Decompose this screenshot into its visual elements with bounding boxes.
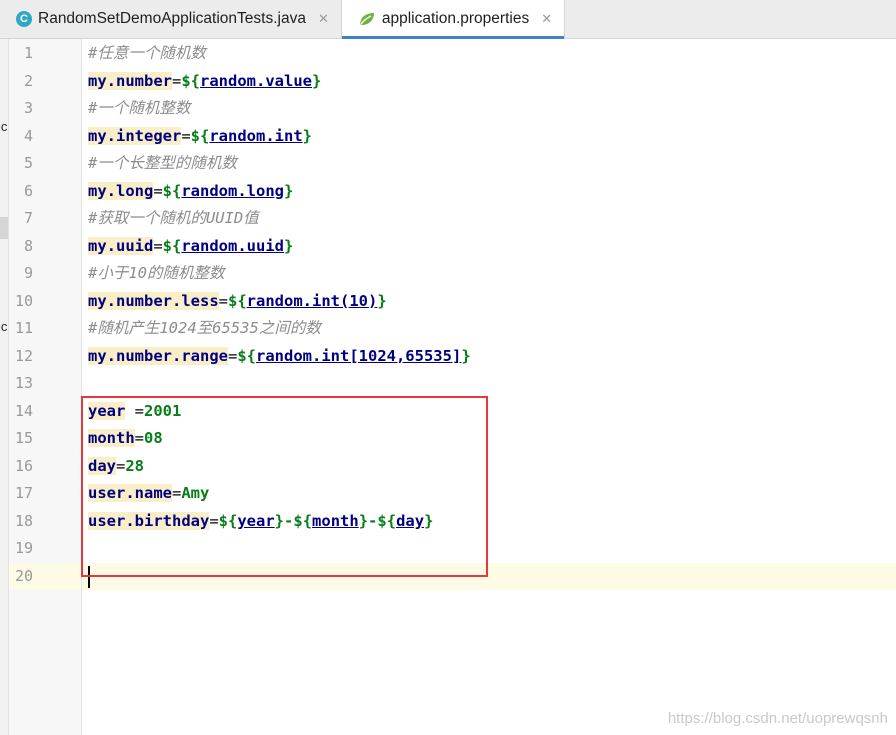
code-line[interactable]: #获取一个随机的UUID值 [88, 205, 259, 233]
placeholder-reference: random.int(10) [246, 291, 378, 310]
placeholder-brace: ${ [162, 236, 182, 255]
code-line[interactable]: my.uuid=${random.uuid} [88, 233, 293, 261]
editor-tab-bar: C RandomSetDemoApplicationTests.java ✕ a… [0, 0, 896, 39]
code-line[interactable]: #小于10的随机整数 [88, 260, 225, 288]
placeholder-reference: random.value [200, 71, 312, 90]
placeholder-brace: ${ [190, 126, 210, 145]
code-line[interactable]: #一个长整型的随机数 [88, 150, 237, 178]
code-line[interactable]: my.number.less=${random.int(10)} [88, 288, 387, 316]
equals-sign: = [172, 71, 182, 90]
comment-text: #一个长整型的随机数 [88, 154, 237, 172]
equals-sign: = [227, 346, 238, 365]
comment-text: #获取一个随机的UUID值 [88, 209, 259, 227]
tab-java-test[interactable]: C RandomSetDemoApplicationTests.java ✕ [0, 0, 342, 38]
placeholder-brace: } [377, 291, 387, 310]
placeholder-brace: } [284, 236, 294, 255]
code-line[interactable]: #随机产生1024至65535之间的数 [88, 315, 321, 343]
line-number: 10 [14, 291, 33, 310]
comment-text: #任意一个随机数 [88, 44, 206, 62]
line-number: 5 [23, 154, 33, 172]
tab-label: RandomSetDemoApplicationTests.java [38, 10, 306, 27]
placeholder-brace: } [461, 346, 471, 365]
line-number: 4 [23, 126, 33, 145]
line-number: 1 [23, 44, 33, 62]
code-line[interactable]: my.integer=${random.int} [88, 123, 312, 151]
strip-text: ic [0, 119, 8, 134]
line-number: 13 [14, 374, 33, 392]
spring-leaf-icon [359, 13, 374, 25]
tab-application-properties[interactable]: application.properties ✕ [341, 0, 566, 39]
property-key: my.integer [88, 126, 182, 145]
line-number: 3 [23, 99, 33, 117]
watermark: https://blog.csdn.net/uoprewqsnh [667, 710, 888, 727]
placeholder-reference: random.long [181, 181, 284, 200]
equals-sign: = [153, 181, 163, 200]
line-number: 19 [14, 539, 33, 557]
property-key: my.long [88, 181, 154, 200]
line-number: 7 [23, 209, 33, 227]
code-line[interactable]: my.long=${random.long} [88, 178, 293, 206]
line-number: 18 [14, 511, 33, 530]
comment-text: #小于10的随机整数 [88, 264, 225, 282]
line-number: 6 [23, 181, 33, 200]
equals-sign: = [218, 291, 228, 310]
close-icon[interactable]: ✕ [541, 11, 552, 27]
placeholder-brace: } [312, 71, 322, 90]
line-number: 20 [14, 566, 33, 585]
line-number: 9 [23, 264, 33, 282]
annotation-highlight-box [81, 396, 488, 577]
placeholder-brace: } [284, 181, 294, 200]
placeholder-brace: } [302, 126, 313, 145]
code-line[interactable]: my.number.range=${random.int[1024,65535]… [88, 343, 471, 371]
strip-marker [0, 217, 8, 239]
placeholder-brace: ${ [181, 71, 201, 90]
left-tool-strip: ic ic [0, 39, 9, 735]
comment-text: #随机产生1024至65535之间的数 [88, 319, 321, 337]
line-number: 12 [14, 346, 33, 365]
property-key: my.uuid [88, 236, 154, 255]
placeholder-reference: random.int [209, 126, 303, 145]
code-line[interactable]: #一个随机整数 [88, 95, 190, 123]
property-key: my.number [88, 71, 172, 90]
placeholder-reference: random.int[1024,65535] [256, 346, 462, 365]
line-number: 8 [23, 236, 33, 255]
line-number: 15 [14, 429, 33, 447]
property-key: my.number.range [88, 346, 228, 365]
placeholder-reference: random.uuid [181, 236, 284, 255]
equals-sign: = [153, 236, 163, 255]
strip-text: ic [0, 319, 8, 334]
line-number: 11 [14, 319, 33, 337]
line-number: 17 [14, 484, 33, 502]
code-line[interactable]: #任意一个随机数 [88, 40, 206, 68]
tab-label: application.properties [381, 10, 530, 27]
line-number: 2 [23, 71, 33, 90]
comment-text: #一个随机整数 [88, 99, 191, 117]
equals-sign: = [181, 126, 191, 145]
line-number: 14 [14, 401, 33, 420]
property-key: my.number.less [88, 291, 219, 310]
placeholder-brace: ${ [162, 181, 182, 200]
java-class-icon: C [16, 11, 32, 27]
line-number: 16 [14, 456, 33, 475]
placeholder-brace: ${ [237, 346, 256, 365]
code-line[interactable]: my.number=${random.value} [88, 68, 321, 96]
close-icon[interactable]: ✕ [318, 11, 329, 27]
placeholder-brace: ${ [228, 291, 247, 310]
